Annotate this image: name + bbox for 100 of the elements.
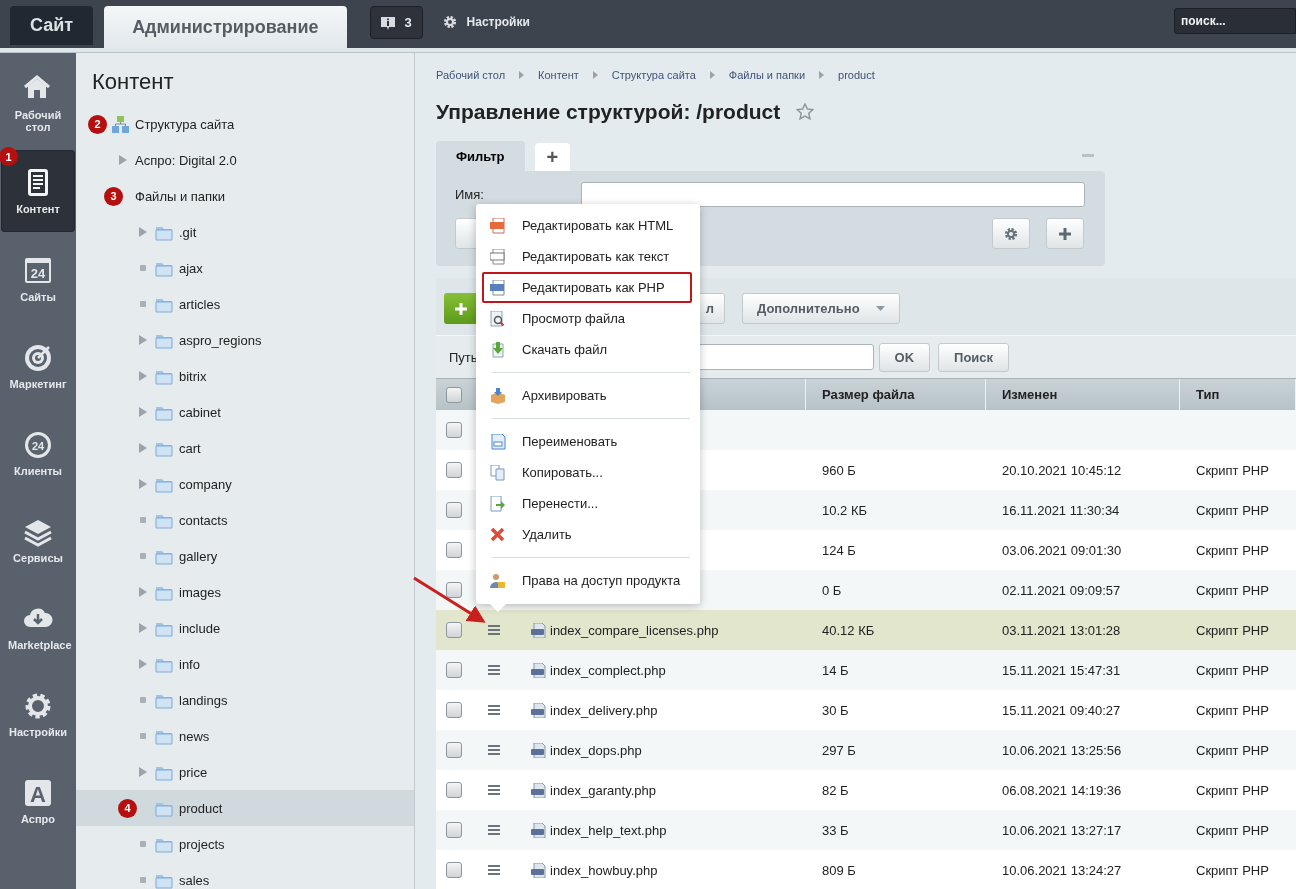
tree-item[interactable]: company — [76, 466, 414, 502]
rail-item[interactable]: 24 Клиенты — [1, 413, 75, 493]
notifications-button[interactable]: 3 — [369, 6, 423, 39]
table-row[interactable]: index_complect.php 14 Б 15.11.2021 15:47:31 Скрипт PHP — [436, 650, 1296, 690]
menu-item[interactable]: Редактировать как HTML — [482, 210, 692, 241]
tree-item[interactable]: bitrix — [76, 358, 414, 394]
row-checkbox[interactable] — [446, 782, 462, 798]
file-link[interactable]: index_dops.php — [550, 742, 642, 758]
menu-item[interactable]: Архивировать — [482, 380, 692, 411]
table-row[interactable]: index_garanty.php 82 Б 06.08.2021 14:19:36 Скрипт PHP — [436, 770, 1296, 810]
ok-button[interactable]: OK — [878, 342, 931, 372]
rail-item[interactable]: 24 Сайты — [1, 239, 75, 319]
tree-item[interactable]: info — [76, 646, 414, 682]
bullet-icon — [140, 877, 146, 883]
settings-button[interactable]: Настройки — [436, 9, 536, 35]
tree-item[interactable]: ajax — [76, 250, 414, 286]
tree-item[interactable]: landings — [76, 682, 414, 718]
file-link[interactable]: index_complect.php — [550, 662, 666, 678]
menu-item[interactable]: Просмотр файла — [482, 303, 692, 334]
file-link[interactable]: index_delivery.php — [550, 702, 658, 718]
delete-icon — [490, 526, 506, 543]
row-checkbox[interactable] — [446, 422, 462, 438]
tree-item[interactable]: contacts — [76, 502, 414, 538]
tree-item[interactable]: 3 Файлы и папки — [76, 178, 414, 214]
table-row[interactable]: index_compare_licenses.php 40.12 КБ 03.11.2021 13:01:28 Скрипт PHP — [436, 610, 1296, 650]
breadcrumb-link[interactable]: Контент — [538, 69, 579, 81]
tree-item[interactable]: .git — [76, 214, 414, 250]
table-row[interactable]: index_dops.php 297 Б 10.06.2021 13:25:56 Скрипт PHP — [436, 730, 1296, 770]
breadcrumb-link[interactable]: Файлы и папки — [728, 69, 806, 81]
rail-item[interactable]: A Аспро — [1, 761, 75, 841]
tree-item[interactable]: include — [76, 610, 414, 646]
menu-item[interactable]: Перенести... — [482, 488, 692, 519]
tree-item[interactable]: projects — [76, 826, 414, 862]
star-icon[interactable] — [796, 103, 815, 121]
tree-item[interactable]: images — [76, 574, 414, 610]
tree-label: sales — [179, 872, 210, 888]
tree-item[interactable]: articles — [76, 286, 414, 322]
tree-item[interactable]: gallery — [76, 538, 414, 574]
rail-item[interactable]: Сервисы — [1, 500, 75, 580]
tree-item[interactable]: aspro_regions — [76, 322, 414, 358]
bullet-icon — [140, 733, 146, 739]
filter-tab[interactable]: Фильтр — [436, 141, 525, 171]
rail-item[interactable]: Рабочий стол — [1, 63, 75, 143]
breadcrumb-link[interactable]: Рабочий стол — [436, 69, 506, 81]
rail-item[interactable]: Marketplace — [1, 587, 75, 667]
menu-item[interactable]: Редактировать как текст — [482, 241, 692, 272]
tree-item[interactable]: cabinet — [76, 394, 414, 430]
table-row[interactable]: index_howbuy.php 809 Б 10.06.2021 13:24:27 Скрипт PHP — [436, 850, 1296, 889]
row-checkbox[interactable] — [446, 462, 462, 478]
row-checkbox[interactable] — [446, 662, 462, 678]
tree-item[interactable]: 4 product — [76, 790, 414, 826]
settings-icon — [1004, 226, 1018, 241]
add-button[interactable] — [1046, 218, 1084, 249]
row-checkbox[interactable] — [446, 702, 462, 718]
name-field[interactable] — [581, 182, 1085, 207]
chevron-icon — [592, 71, 598, 79]
breadcrumb-link[interactable]: Структура сайта — [611, 69, 696, 81]
rail-item[interactable]: Настройки — [1, 674, 75, 754]
settings-button[interactable] — [992, 218, 1030, 249]
row-checkbox[interactable] — [446, 862, 462, 878]
bullet-icon — [140, 517, 146, 523]
menu-item[interactable]: Редактировать как PHP — [482, 272, 692, 303]
add-button[interactable] — [444, 293, 478, 324]
menu-item[interactable]: Копировать... — [482, 457, 692, 488]
table-row[interactable]: index_delivery.php 30 Б 15.11.2021 09:40:27 Скрипт PHP — [436, 690, 1296, 730]
row-checkbox[interactable] — [446, 542, 462, 558]
rail-label: Клиенты — [13, 465, 63, 477]
php-file-icon — [531, 742, 546, 758]
breadcrumb-link[interactable]: product — [838, 69, 875, 81]
row-checkbox[interactable] — [446, 822, 462, 838]
row-checkbox[interactable] — [446, 502, 462, 518]
file-link[interactable]: index_help_text.php — [550, 822, 667, 838]
row-checkbox[interactable] — [446, 742, 462, 758]
rail-item[interactable]: Маркетинг — [1, 326, 75, 406]
rail-item[interactable]: 1 Контент — [1, 150, 75, 232]
file-link[interactable]: index_compare_licenses.php — [550, 622, 719, 638]
tree-item[interactable]: 2 Структура сайта — [76, 106, 414, 142]
file-link[interactable]: index_garanty.php — [550, 782, 656, 798]
tree-item[interactable]: price — [76, 754, 414, 790]
tree-item[interactable]: sales — [76, 862, 414, 889]
search-button[interactable]: Поиск — [938, 342, 1010, 372]
menu-item[interactable]: Скачать файл — [482, 334, 692, 365]
table-cell-text: 14 Б — [821, 661, 850, 680]
search-field[interactable]: поиск... — [1174, 8, 1296, 34]
row-checkbox[interactable] — [446, 582, 462, 598]
tree-item[interactable]: cart — [76, 430, 414, 466]
php-file-icon — [531, 662, 546, 678]
top-tab[interactable]: Сайт — [10, 6, 94, 45]
tree-item[interactable]: news — [76, 718, 414, 754]
row-checkbox[interactable] — [446, 622, 462, 638]
expand-arrow-icon — [139, 227, 147, 237]
table-cell-text: 15.11.2021 15:47:31 — [1001, 661, 1122, 680]
filter-tab[interactable]: + — [534, 143, 571, 171]
table-cell-text: 02.11.2021 09:09:57 — [1001, 581, 1122, 600]
dropdown-button[interactable]: Дополнительно — [742, 293, 900, 324]
tree-item[interactable]: Аспро: Digital 2.0 — [76, 142, 414, 178]
top-tab[interactable]: Администрирование — [104, 6, 347, 48]
file-link[interactable]: index_howbuy.php — [550, 862, 658, 878]
table-row[interactable]: index_help_text.php 33 Б 10.06.2021 13:27:17 Скрипт PHP — [436, 810, 1296, 850]
select-all-checkbox[interactable] — [446, 386, 462, 403]
